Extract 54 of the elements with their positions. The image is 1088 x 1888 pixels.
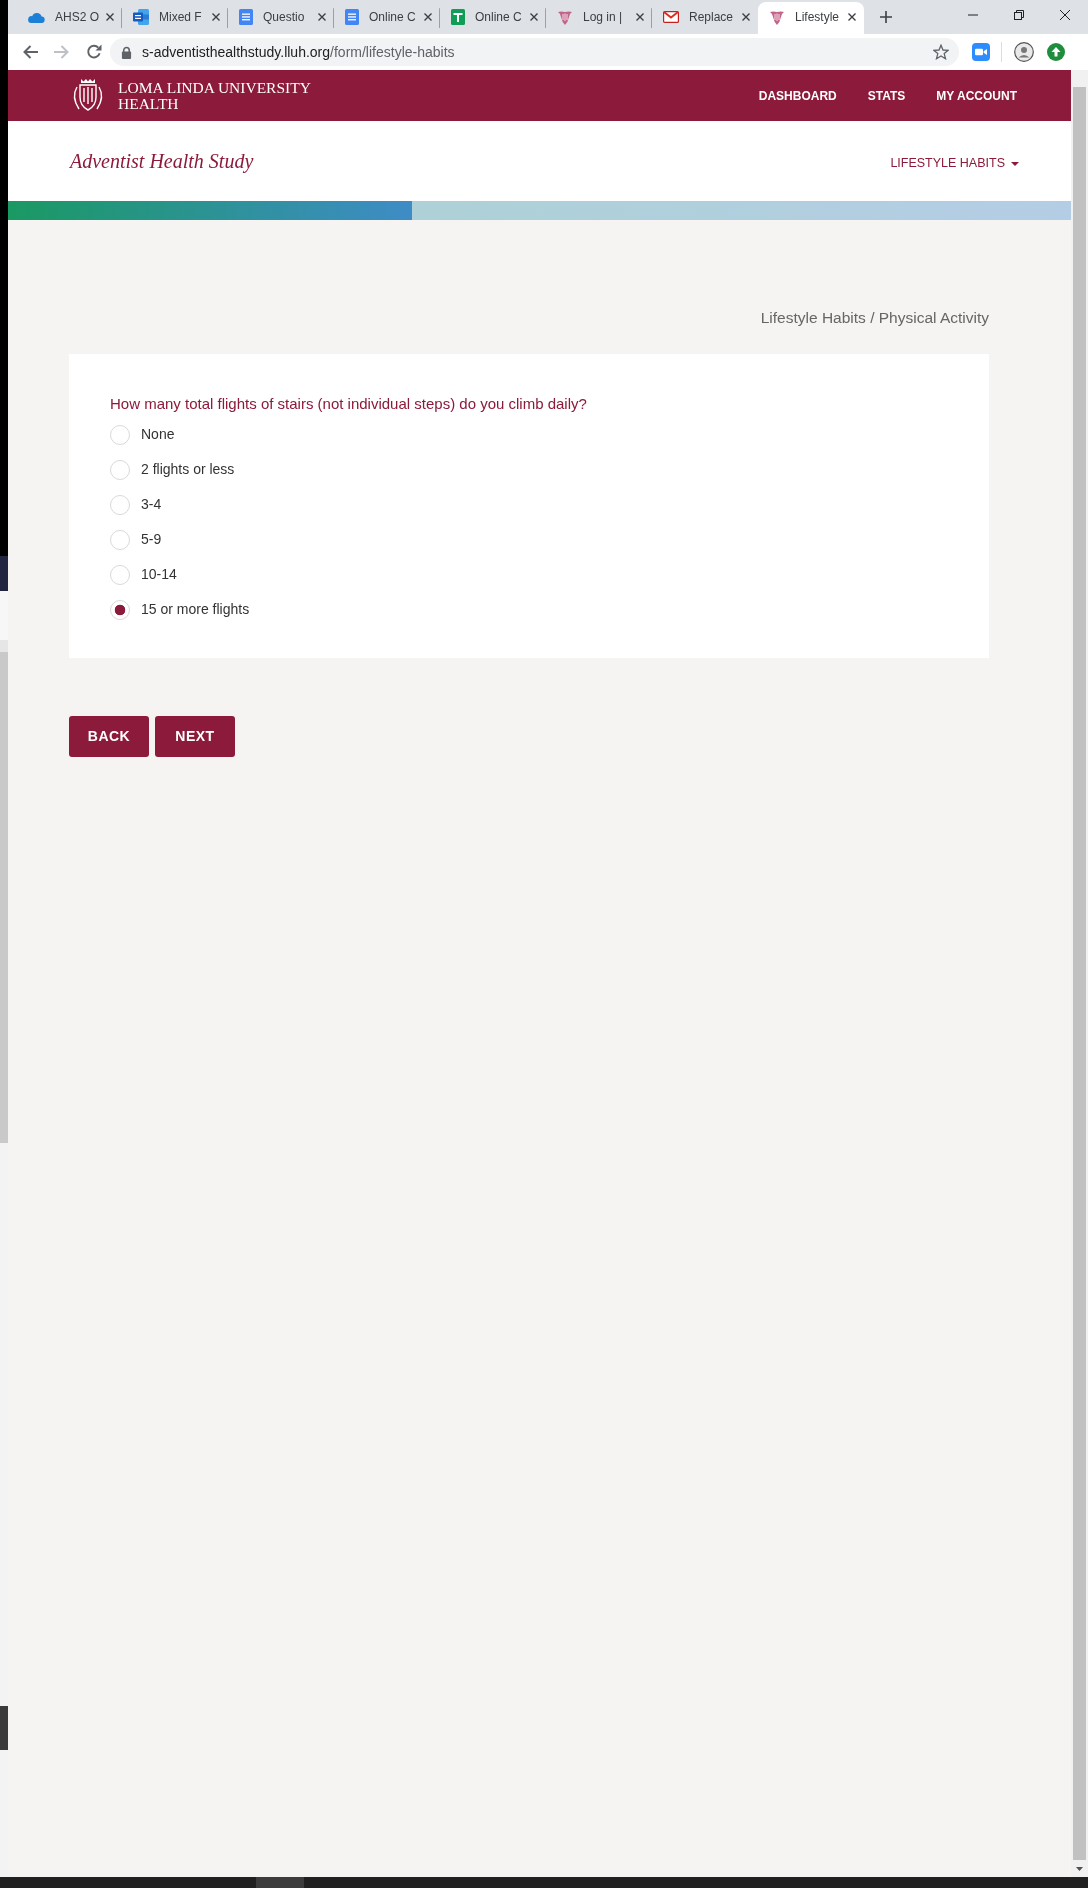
nav-link[interactable]: MY ACCOUNT [936, 86, 1017, 105]
option-label[interactable]: 2 flights or less [141, 459, 235, 480]
scroll-down-icon[interactable] [1076, 1866, 1083, 1871]
radio-button[interactable] [110, 494, 130, 515]
close-icon[interactable] [318, 13, 326, 21]
close-icon[interactable] [636, 13, 644, 21]
section-menu[interactable]: LIFESTYLE HABITS [890, 154, 1019, 173]
avatar-icon[interactable] [1014, 42, 1034, 62]
document-icon [133, 9, 149, 25]
browser-tab[interactable]: Replace [652, 2, 758, 34]
crest-icon [557, 9, 573, 25]
site-title[interactable]: Adventist Health Study [70, 146, 254, 176]
crest-icon [769, 9, 785, 25]
option-label[interactable]: 3-4 [141, 494, 162, 515]
lock-icon [121, 45, 132, 59]
scrollbar[interactable] [1071, 70, 1088, 1877]
restore-icon[interactable] [1014, 10, 1024, 20]
close-icon[interactable] [106, 13, 114, 21]
caret-icon [1011, 161, 1019, 166]
document-icon [239, 9, 253, 25]
radio-button[interactable] [110, 599, 130, 620]
radio-button[interactable] [110, 529, 130, 550]
document-icon [345, 9, 359, 25]
logo-text: LOMA LINDA UNIVERSITY HEALTH [118, 79, 311, 112]
option-label[interactable]: 10-14 [141, 564, 177, 585]
radio-button[interactable] [110, 564, 130, 585]
scrollbar-thumb[interactable] [1073, 87, 1086, 1860]
reload-icon[interactable] [86, 44, 102, 60]
close-icon[interactable] [742, 13, 750, 21]
close-icon[interactable] [530, 13, 538, 21]
video-camera-icon[interactable] [972, 43, 990, 61]
close-icon[interactable] [424, 13, 432, 21]
question-text: How many total flights of stairs (not individual steps) do you climb daily? [110, 394, 588, 414]
option-label[interactable]: 5-9 [141, 529, 162, 550]
radio-button[interactable] [110, 424, 130, 445]
nav-link[interactable]: STATS [867, 86, 906, 105]
breadcrumb: Lifestyle Habits / Physical Activity [760, 309, 989, 326]
radio-button[interactable] [110, 459, 130, 480]
back-button[interactable]: BACK [69, 716, 149, 757]
plus-icon[interactable] [880, 11, 892, 23]
browser-tab[interactable]: Lifestyle [758, 2, 864, 34]
address-bar[interactable]: s-adventisthealthstudy.lluh.org/form/lifestyle-habits [110, 38, 959, 66]
star-icon[interactable] [933, 44, 949, 60]
cloud-icon [27, 11, 45, 23]
mail-icon [663, 11, 679, 23]
next-button[interactable]: NEXT [155, 716, 235, 757]
nav-link[interactable]: DASHBOARD [758, 86, 837, 105]
spreadsheet-icon [451, 9, 465, 25]
back-arrow-icon[interactable] [22, 44, 38, 60]
option-label[interactable]: 15 or more flights [141, 599, 250, 620]
option-label[interactable]: None [141, 424, 175, 445]
close-icon[interactable] [848, 13, 856, 21]
close-icon[interactable] [212, 13, 220, 21]
close-icon[interactable] [1060, 10, 1070, 20]
